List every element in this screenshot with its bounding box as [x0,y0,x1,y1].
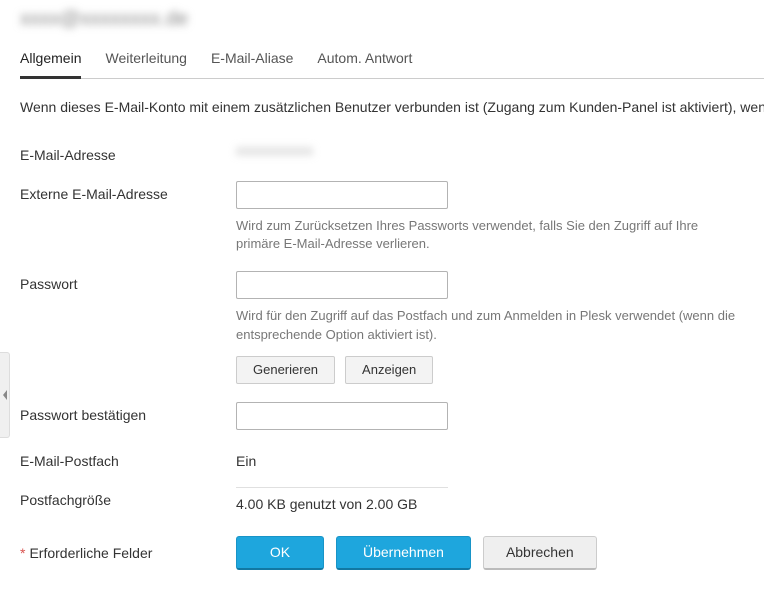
tab-aliases[interactable]: E-Mail-Aliase [211,50,293,79]
tab-autoreply[interactable]: Autom. Antwort [317,50,412,79]
password-confirm-label: Passwort bestätigen [20,402,236,423]
required-fields-note: *Erforderliche Felder [20,545,236,561]
cancel-button[interactable]: Abbrechen [483,536,597,570]
password-input[interactable] [236,271,448,299]
ok-button[interactable]: OK [236,536,324,570]
email-value: xxxxxxxxxxx [236,142,313,158]
password-label: Passwort [20,271,236,292]
external-email-hint: Wird zum Zurücksetzen Ihres Passworts ve… [236,217,736,253]
mailbox-usage: 4.00 KB genutzt von 2.00 GB [236,487,448,512]
external-email-label: Externe E-Mail-Adresse [20,181,236,202]
external-email-input[interactable] [236,181,448,209]
generate-password-button[interactable]: Generieren [236,356,335,384]
password-hint: Wird für den Zugriff auf das Postfach un… [236,307,736,343]
side-panel-handle[interactable] [0,352,10,438]
tab-general[interactable]: Allgemein [20,50,81,79]
required-fields-label: Erforderliche Felder [29,545,152,561]
mailbox-value: Ein [236,448,756,469]
page-title: xxxx@xxxxxxxx.de [20,8,764,31]
description-text: Wenn dieses E-Mail-Konto mit einem zusät… [20,97,764,118]
mailbox-label: E-Mail-Postfach [20,448,236,469]
tab-forwarding[interactable]: Weiterleitung [105,50,186,79]
apply-button[interactable]: Übernehmen [336,536,471,570]
mailbox-size-label: Postfachgröße [20,487,236,508]
tabs: Allgemein Weiterleitung E-Mail-Aliase Au… [20,49,764,79]
email-label: E-Mail-Adresse [20,142,236,163]
show-password-button[interactable]: Anzeigen [345,356,433,384]
asterisk-icon: * [20,545,25,561]
chevron-left-icon [2,390,8,400]
password-confirm-input[interactable] [236,402,448,430]
